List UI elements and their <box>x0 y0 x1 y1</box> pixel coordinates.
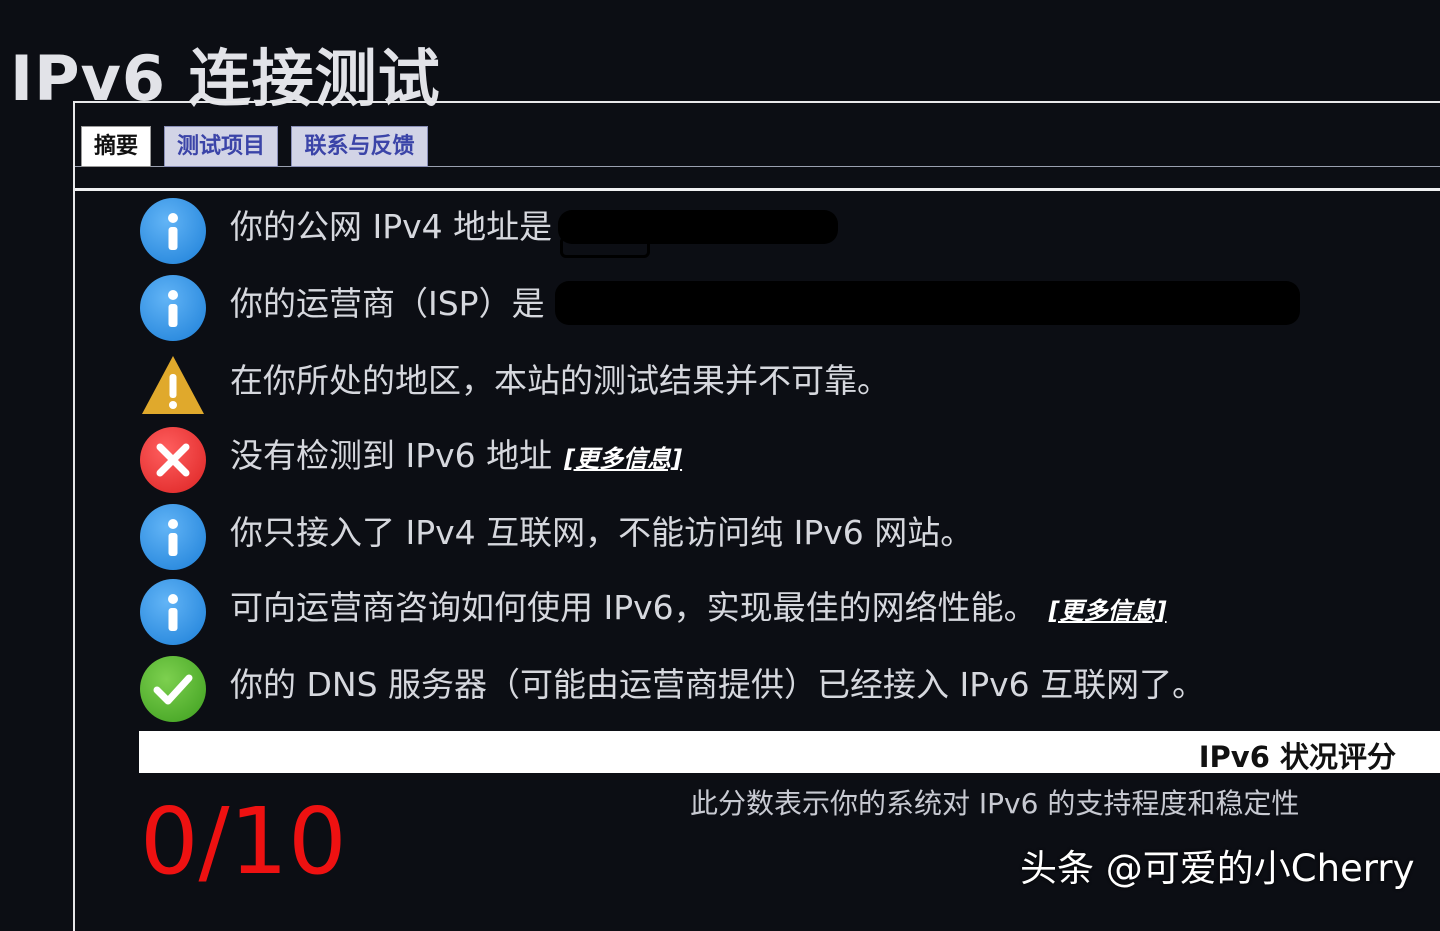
info-icon <box>140 275 206 341</box>
redaction-mark <box>560 236 650 258</box>
result-row-ipv4-only: 你只接入了 IPv4 互联网，不能访问纯 IPv6 网站。 <box>140 504 1440 570</box>
watermark: 头条 @可爱的小Cherry <box>1020 847 1415 890</box>
more-info-link[interactable]: [更多信息] <box>564 445 682 473</box>
result-row-dns: 你的 DNS 服务器（可能由运营商提供）已经接入 IPv6 互联网了。 <box>140 656 1440 722</box>
error-icon <box>140 427 206 493</box>
result-row-ipv4-address: 你的公网 IPv4 地址是 <box>140 198 1440 264</box>
tab-test-items[interactable]: 测试项目 <box>164 126 278 167</box>
tab-bar: 摘要 测试项目 联系与反馈 <box>75 103 1440 191</box>
result-row-ask-isp: 可向运营商咨询如何使用 IPv6，实现最佳的网络性能。 [更多信息] <box>140 579 1440 645</box>
redaction-mark <box>555 281 1300 325</box>
result-text: 你的公网 IPv4 地址是 <box>230 207 553 246</box>
result-text: 在你所处的地区，本站的测试结果并不可靠。 <box>230 361 890 400</box>
result-text: 你的 DNS 服务器（可能由运营商提供）已经接入 IPv6 互联网了。 <box>230 665 1206 704</box>
result-text: 可向运营商咨询如何使用 IPv6，实现最佳的网络性能。 <box>230 588 1037 627</box>
result-text: 你只接入了 IPv4 互联网，不能访问纯 IPv6 网站。 <box>230 513 974 552</box>
more-info-link[interactable]: [更多信息] <box>1049 597 1167 625</box>
score-label: IPv6 状况评分 <box>1198 740 1396 774</box>
result-row-no-ipv6: 没有检测到 IPv6 地址 [更多信息] <box>140 427 1440 493</box>
result-text: 你的运营商（ISP）是 <box>230 284 545 323</box>
tab-divider <box>75 166 1440 167</box>
tab-contact-feedback[interactable]: 联系与反馈 <box>291 126 428 167</box>
info-icon <box>140 504 206 570</box>
score-description: 此分数表示你的系统对 IPv6 的支持程度和稳定性 <box>690 787 1300 820</box>
info-icon <box>140 198 206 264</box>
check-icon <box>140 656 206 722</box>
score-header-bar: IPv6 状况评分 <box>139 731 1440 774</box>
result-row-region-warning: 在你所处的地区，本站的测试结果并不可靠。 <box>140 352 1440 418</box>
score-value: 0/10 <box>140 788 347 895</box>
tab-summary[interactable]: 摘要 <box>81 126 151 167</box>
result-text: 没有检测到 IPv6 地址 <box>230 436 553 475</box>
warning-icon <box>140 352 206 418</box>
result-row-isp: 你的运营商（ISP）是 <box>140 275 1440 341</box>
info-icon <box>140 579 206 645</box>
